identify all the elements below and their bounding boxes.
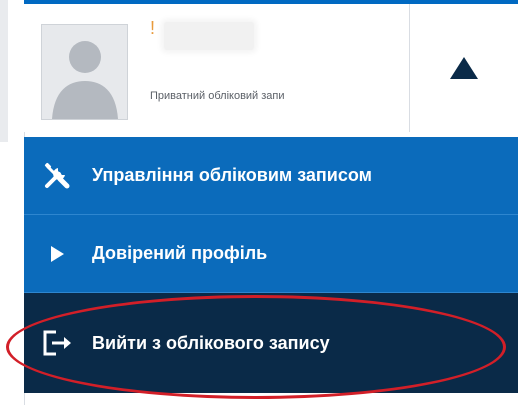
menu-item-sign-out[interactable]: Вийти з облікового запису — [24, 293, 518, 393]
sign-out-icon — [42, 328, 72, 358]
account-name-redacted — [164, 22, 254, 50]
background-strip — [0, 0, 8, 142]
account-menu: Управління обліковим записом Довірений п… — [24, 137, 518, 393]
avatar — [41, 24, 128, 120]
account-name-mark: ! — [150, 18, 156, 38]
menu-item-account-management[interactable]: Управління обліковим записом — [24, 137, 518, 215]
collapse-toggle-button[interactable] — [410, 4, 518, 132]
user-silhouette-icon — [42, 25, 127, 119]
triangle-up-icon — [450, 57, 478, 79]
menu-item-label: Довірений профіль — [92, 243, 268, 263]
account-header: ! Приватний обліковий запи — [24, 4, 518, 132]
play-arrow-icon — [42, 239, 72, 269]
menu-item-trusted-profile[interactable]: Довірений профіль — [24, 215, 518, 293]
tools-icon — [42, 161, 72, 191]
account-type-label: Приватний обліковий запи — [150, 90, 285, 102]
menu-item-label: Управління обліковим записом — [92, 165, 372, 185]
menu-item-label: Вийти з облікового запису — [92, 332, 330, 353]
